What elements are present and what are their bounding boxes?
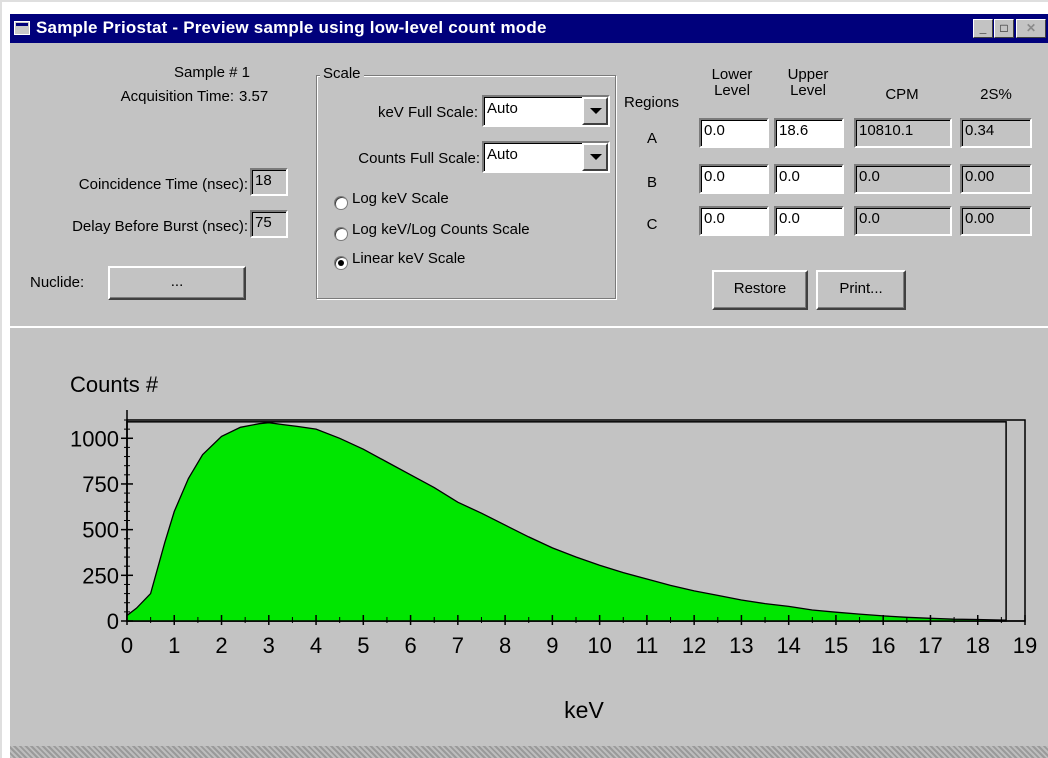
- status-strip: [10, 746, 1048, 758]
- coincidence-time-field[interactable]: 18: [250, 168, 288, 196]
- y-tick-label: 250: [82, 563, 119, 588]
- upper-level-header-line1: Upper: [787, 66, 829, 83]
- minimize-button[interactable]: _: [973, 19, 993, 38]
- kev-full-scale-value: Auto: [487, 100, 518, 117]
- kev-full-scale-select[interactable]: Auto: [482, 95, 610, 127]
- spectrum-chart: Counts # keV 0 1 2 3 4 5 6 7 8 9 10 11 12 13 14 15 16 17 1…: [70, 372, 1037, 723]
- close-icon: ✕: [1025, 21, 1037, 35]
- title-bar[interactable]: Sample Priostat - Preview sample using l…: [10, 14, 1048, 43]
- delay-before-burst-field[interactable]: 75: [250, 210, 288, 238]
- radio-log-kev[interactable]: [334, 196, 348, 210]
- region-c-upper-input[interactable]: 0.0: [774, 206, 844, 236]
- region-a-upper-input[interactable]: 18.6: [774, 118, 844, 148]
- x-tick-label: 14: [776, 633, 800, 658]
- x-tick-label: 19: [1013, 633, 1037, 658]
- region-a-two-sigma: 0.34: [960, 118, 1032, 148]
- x-tick-label: 4: [310, 633, 322, 658]
- kev-full-scale-label: keV Full Scale:: [377, 104, 478, 121]
- window-title: Sample Priostat - Preview sample using l…: [36, 18, 547, 37]
- region-b-cpm: 0.0: [854, 164, 952, 194]
- nuclide-label: Nuclide:: [30, 274, 85, 291]
- window-top-margin: [2, 2, 1048, 14]
- radio-log-kev-log-counts[interactable]: [334, 227, 348, 241]
- chart-plot-area: 0 1 2 3 4 5 6 7 8 9 10 11 12 13 14 15 16 17 18 190250500750…: [70, 410, 1037, 658]
- radio-linear-kev[interactable]: [334, 256, 348, 270]
- x-tick-label: 13: [729, 633, 753, 658]
- chevron-down-icon[interactable]: [582, 143, 608, 171]
- sample-number: Sample # 1: [174, 64, 250, 81]
- y-tick-label: 0: [107, 609, 119, 634]
- x-tick-label: 12: [682, 633, 706, 658]
- x-tick-label: 7: [452, 633, 464, 658]
- counts-full-scale-select[interactable]: Auto: [482, 141, 610, 173]
- x-axis-label: keV: [564, 697, 604, 723]
- nuclide-button[interactable]: ...: [108, 266, 246, 300]
- y-axis-label: Counts #: [70, 372, 159, 397]
- region-b-lower-input[interactable]: 0.0: [699, 164, 769, 194]
- x-tick-label: 1: [168, 633, 180, 658]
- maximize-icon: □: [1000, 21, 1008, 35]
- region-a-label: A: [646, 130, 657, 147]
- x-tick-label: 5: [357, 633, 369, 658]
- maximize-button[interactable]: □: [994, 19, 1014, 38]
- region-a-lower-input[interactable]: 0.0: [699, 118, 769, 148]
- counts-full-scale-value: Auto: [487, 146, 518, 163]
- lower-level-header-line2: Level: [714, 82, 750, 99]
- lower-level-header-line1: Lower: [711, 66, 753, 83]
- x-tick-label: 11: [635, 633, 658, 658]
- spectrum-area: [127, 422, 1007, 621]
- x-tick-label: 18: [965, 633, 989, 658]
- region-c-lower-input[interactable]: 0.0: [699, 206, 769, 236]
- radio-log-kev-log-counts-label[interactable]: Log keV/Log Counts Scale: [352, 221, 530, 238]
- x-tick-label: 2: [215, 633, 227, 658]
- cpm-header: CPM: [885, 86, 919, 103]
- regions-header: Regions: [624, 94, 680, 111]
- x-tick-label: 10: [587, 633, 611, 658]
- region-c-cpm: 0.0: [854, 206, 952, 236]
- upper-level-header-line2: Level: [790, 82, 826, 99]
- region-c-label: C: [646, 216, 658, 233]
- app-icon[interactable]: [14, 21, 30, 35]
- scale-group-legend: Scale: [320, 65, 364, 82]
- region-b-upper-input[interactable]: 0.0: [774, 164, 844, 194]
- acquisition-time-value: 3.57: [239, 88, 269, 105]
- application-window: Sample Priostat - Preview sample using l…: [0, 0, 1048, 758]
- x-tick-label: 8: [499, 633, 511, 658]
- region-a-cpm: 10810.1: [854, 118, 952, 148]
- y-tick-label: 500: [82, 518, 119, 543]
- region-b-label: B: [646, 174, 657, 191]
- x-tick-label: 6: [404, 633, 416, 658]
- radio-linear-kev-label[interactable]: Linear keV Scale: [352, 250, 465, 267]
- restore-button[interactable]: Restore: [712, 270, 808, 310]
- y-tick-label: 750: [82, 472, 119, 497]
- x-tick-label: 17: [918, 633, 942, 658]
- x-tick-label: 9: [546, 633, 558, 658]
- radio-log-kev-label[interactable]: Log keV Scale: [352, 190, 449, 207]
- acquisition-time-label: Acquisition Time:: [120, 88, 234, 105]
- chevron-down-icon[interactable]: [582, 97, 608, 125]
- window-left-margin: [2, 2, 10, 758]
- x-tick-label: 15: [824, 633, 848, 658]
- x-tick-label: 3: [263, 633, 275, 658]
- x-tick-label: 16: [871, 633, 895, 658]
- y-tick-label: 1000: [70, 426, 119, 451]
- print-button[interactable]: Print...: [816, 270, 906, 310]
- close-button[interactable]: ✕: [1016, 19, 1046, 38]
- delay-before-burst-label: Delay Before Burst (nsec):: [72, 218, 248, 235]
- minimize-icon: _: [979, 21, 987, 35]
- x-tick-label: 0: [121, 633, 133, 658]
- region-c-two-sigma: 0.00: [960, 206, 1032, 236]
- coincidence-time-label: Coincidence Time (nsec):: [78, 176, 248, 193]
- two-sigma-header: 2S%: [980, 86, 1012, 103]
- region-b-two-sigma: 0.00: [960, 164, 1032, 194]
- counts-full-scale-label: Counts Full Scale:: [358, 150, 480, 167]
